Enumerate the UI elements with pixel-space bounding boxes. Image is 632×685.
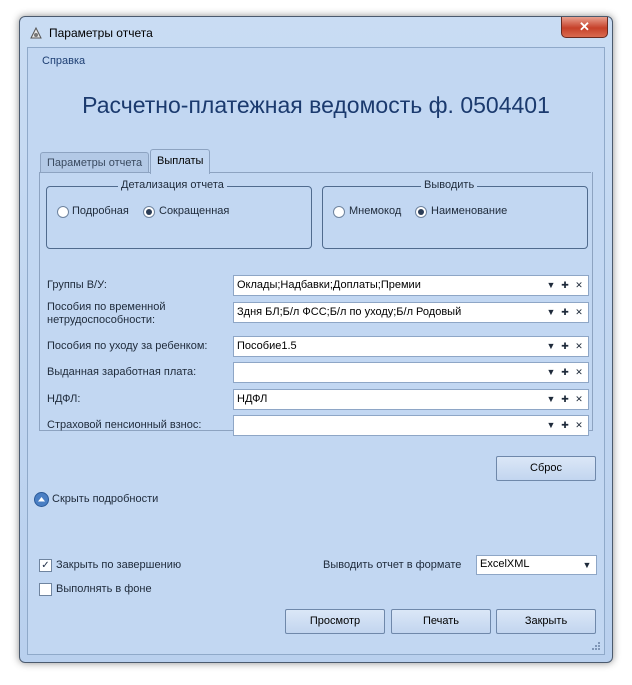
radio-short-label: Сокращенная <box>159 205 230 217</box>
title-bar[interactable]: Параметры отчета ✕ <box>20 17 612 47</box>
field-label-ndfl: НДФЛ: <box>47 393 81 405</box>
combo-sick-leave-value: Здня БЛ;Б/л ФСС;Б/л по уходу;Б/л Родовый <box>237 306 462 318</box>
radio-name-label: Наименование <box>431 205 508 217</box>
reset-button[interactable]: Сброс <box>496 456 596 481</box>
field-label-childcare: Пособия по уходу за ребенком: <box>47 340 208 352</box>
close-on-finish-checkbox[interactable]: ✓ <box>39 559 52 572</box>
clear-icon[interactable]: ✕ <box>571 416 587 435</box>
hide-details-label: Скрыть подробности <box>52 493 159 505</box>
clear-icon[interactable]: ✕ <box>571 337 587 356</box>
report-title: Расчетно-платежная ведомость ф. 0504401 <box>82 92 550 118</box>
radio-name[interactable] <box>415 206 427 218</box>
field-label-pension: Страховой пенсионный взнос: <box>47 419 202 431</box>
radio-detailed-label: Подробная <box>72 205 129 217</box>
radio-detailed[interactable] <box>57 206 69 218</box>
combo-sick-leave[interactable]: Здня БЛ;Б/л ФСС;Б/л по уходу;Б/л Родовый… <box>233 302 589 323</box>
close-icon: ✕ <box>579 19 590 34</box>
close-on-finish-label: Закрыть по завершению <box>56 559 182 571</box>
combo-childcare[interactable]: Пособие1.5 ▼ ✚ ✕ <box>233 336 589 357</box>
detail-group: Детализация отчета Подробная Сокращенная <box>46 179 312 249</box>
field-label-groups: Группы В/У: <box>47 279 107 291</box>
combo-salary-paid[interactable]: ▼ ✚ ✕ <box>233 362 589 383</box>
client-area: Справка Расчетно-платежная ведомость ф. … <box>27 47 605 655</box>
window-close-button[interactable]: ✕ <box>561 17 608 38</box>
tab-payments[interactable]: Выплаты <box>150 149 211 174</box>
output-group: Выводить Мнемокод Наименование <box>322 179 588 249</box>
output-group-legend: Выводить <box>421 179 478 191</box>
tab-report-params[interactable]: Параметры отчета <box>40 152 150 173</box>
combo-ndfl[interactable]: НДФЛ ▼ ✚ ✕ <box>233 389 589 410</box>
combo-childcare-value: Пособие1.5 <box>237 340 297 352</box>
radio-short[interactable] <box>143 206 155 218</box>
clear-icon[interactable]: ✕ <box>571 363 587 382</box>
format-select-value: ExcelXML <box>480 558 530 570</box>
close-button[interactable]: Закрыть <box>496 609 596 634</box>
hide-details-toggle[interactable]: Скрыть подробности <box>34 491 184 509</box>
format-select[interactable]: ExcelXML ▼ <box>476 555 597 575</box>
combo-groups[interactable]: Оклады;Надбавки;Доплаты;Премии ▼ ✚ ✕ <box>233 275 589 296</box>
app-icon <box>30 26 42 39</box>
preview-button[interactable]: Просмотр <box>285 609 385 634</box>
field-label-sick-leave: Пособия по временной нетрудоспособности: <box>47 301 166 326</box>
field-label-salary-paid: Выданная заработная плата: <box>47 366 197 378</box>
window-title: Параметры отчета <box>49 26 153 40</box>
print-button[interactable]: Печать <box>391 609 491 634</box>
radio-mnemocode[interactable] <box>333 206 345 218</box>
radio-mnemocode-label: Мнемокод <box>349 205 402 217</box>
combo-ndfl-value: НДФЛ <box>237 393 268 405</box>
combo-pension[interactable]: ▼ ✚ ✕ <box>233 415 589 436</box>
detail-group-legend: Детализация отчета <box>118 179 227 191</box>
chevron-down-icon[interactable]: ▼ <box>579 556 595 574</box>
run-background-checkbox[interactable] <box>39 583 52 596</box>
report-params-window: Параметры отчета ✕ Справка Расчетно-плат… <box>19 16 613 663</box>
help-menu[interactable]: Справка <box>42 55 85 67</box>
run-background-label: Выполнять в фоне <box>56 583 152 595</box>
collapse-up-icon <box>34 492 49 507</box>
clear-icon[interactable]: ✕ <box>571 303 587 322</box>
combo-groups-value: Оклады;Надбавки;Доплаты;Премии <box>237 279 421 291</box>
format-label: Выводить отчет в формате <box>323 559 462 571</box>
clear-icon[interactable]: ✕ <box>571 390 587 409</box>
clear-icon[interactable]: ✕ <box>571 276 587 295</box>
resize-grip-icon[interactable] <box>591 641 601 651</box>
